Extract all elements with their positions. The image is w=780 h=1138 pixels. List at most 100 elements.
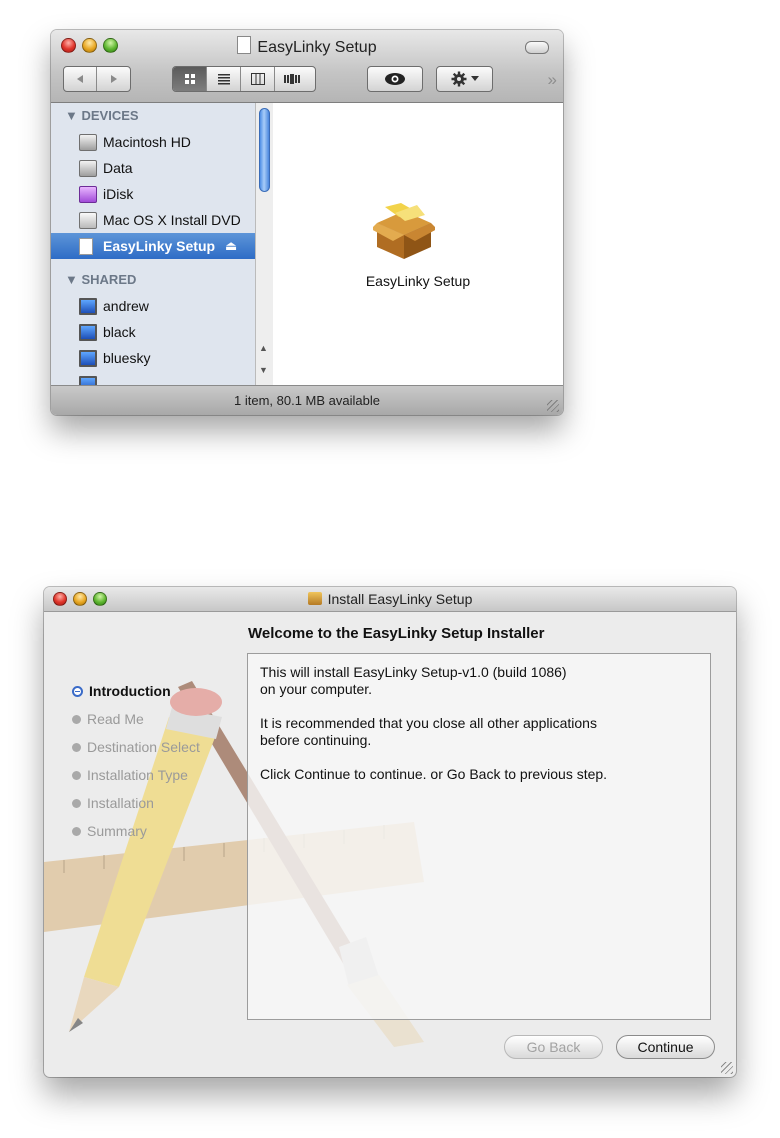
step-bullet-icon xyxy=(72,826,81,836)
forward-arrow-icon xyxy=(110,75,117,83)
installer-content-pane: This will install EasyLinky Setup-v1.0 (… xyxy=(247,653,711,1020)
sidebar-header-label: SHARED xyxy=(81,272,137,287)
forward-button[interactable] xyxy=(97,67,130,91)
cover-flow-button[interactable] xyxy=(275,67,309,91)
step-label: Introduction xyxy=(89,683,171,699)
sidebar-item-label: black xyxy=(103,324,136,340)
action-menu-button[interactable] xyxy=(436,66,493,92)
instruction-paragraph: Click Continue to continue. or Go Back t… xyxy=(260,766,608,782)
quick-look-button[interactable] xyxy=(367,66,423,92)
action-menu-inner xyxy=(437,67,492,91)
package-icon xyxy=(307,592,322,605)
step-introduction: Introduction xyxy=(72,677,200,705)
step-bullet-icon xyxy=(72,770,81,780)
sidebar-item-partial[interactable] xyxy=(51,371,256,385)
computer-icon xyxy=(79,375,97,385)
hard-disk-icon xyxy=(79,133,97,151)
finder-sidebar: ▼ DEVICES Macintosh HD Data iDisk Mac OS… xyxy=(51,103,257,385)
toolbar-overflow-icon[interactable]: » xyxy=(548,70,557,90)
step-installation: Installation xyxy=(72,789,200,817)
back-arrow-icon xyxy=(77,75,83,83)
disk-image-icon xyxy=(79,237,93,255)
resize-grip-icon[interactable] xyxy=(547,400,559,412)
step-label: Installation xyxy=(87,795,154,811)
scroll-down-arrow-icon[interactable]: ▼ xyxy=(259,365,268,375)
finder-window: EasyLinky Setup » ▼ DEVICES Macintosh HD… xyxy=(51,30,563,415)
icon-view-icon xyxy=(184,74,195,84)
dvd-icon xyxy=(79,211,97,229)
installer-titlebar: Install EasyLinky Setup xyxy=(44,587,736,612)
nav-buttons xyxy=(63,66,131,92)
sidebar-item-bluesky[interactable]: bluesky xyxy=(51,345,256,371)
status-text: 1 item, 80.1 MB available xyxy=(234,393,380,408)
list-view-icon xyxy=(217,74,230,85)
installer-heading: Welcome to the EasyLinky Setup Installer xyxy=(248,625,545,642)
icon-view-button[interactable] xyxy=(173,67,207,91)
scrollbar-thumb[interactable] xyxy=(259,108,270,192)
sidebar-scrollbar[interactable]: ▲ ▼ xyxy=(255,103,273,385)
sidebar-item-label: Mac OS X Install DVD xyxy=(103,212,241,228)
hard-disk-icon xyxy=(79,159,97,177)
column-view-button[interactable] xyxy=(241,67,275,91)
toolbar-toggle-button[interactable] xyxy=(525,41,549,54)
installer-title-text: Install EasyLinky Setup xyxy=(327,591,473,607)
sidebar-header-label: DEVICES xyxy=(81,108,139,123)
scroll-up-arrow-icon[interactable]: ▲ xyxy=(259,343,268,353)
column-view-icon xyxy=(250,73,265,85)
installer-title: Install EasyLinky Setup xyxy=(44,591,736,607)
finder-content: EasyLinky Setup xyxy=(273,103,563,385)
sidebar-item-label: bluesky xyxy=(103,350,151,366)
sidebar-header-devices[interactable]: ▼ DEVICES xyxy=(51,103,256,129)
sidebar-item-label: EasyLinky Setup xyxy=(103,238,216,254)
eject-icon[interactable]: ⏏ xyxy=(225,238,237,254)
package-label[interactable]: EasyLinky Setup xyxy=(273,273,563,289)
list-view-button[interactable] xyxy=(207,67,241,91)
disk-image-icon xyxy=(237,36,252,54)
eye-icon xyxy=(385,73,405,85)
step-read-me: Read Me xyxy=(72,705,200,733)
step-current-icon xyxy=(72,685,83,697)
idisk-icon xyxy=(79,185,97,203)
step-installation-type: Installation Type xyxy=(72,761,200,789)
sidebar-item-label: andrew xyxy=(103,298,149,314)
step-destination-select: Destination Select xyxy=(72,733,200,761)
step-bullet-icon xyxy=(72,742,81,752)
status-bar: 1 item, 80.1 MB available xyxy=(51,385,563,415)
sidebar-item-idisk[interactable]: iDisk xyxy=(51,181,256,207)
step-label: Destination Select xyxy=(87,739,200,755)
step-summary: Summary xyxy=(72,817,200,845)
sidebar-header-shared[interactable]: ▼ SHARED xyxy=(51,267,256,293)
installer-window: Install EasyLinky Setup Welcome to the E… xyxy=(44,587,736,1077)
view-mode-buttons xyxy=(172,66,316,92)
installer-steps: Introduction Read Me Destination Select … xyxy=(72,677,200,845)
gear-icon xyxy=(451,71,466,87)
cover-flow-icon xyxy=(284,74,300,84)
go-back-button[interactable]: Go Back xyxy=(504,1035,603,1059)
step-label: Read Me xyxy=(87,711,144,727)
step-bullet-icon xyxy=(72,798,81,808)
window-title: EasyLinky Setup xyxy=(51,36,563,57)
computer-icon xyxy=(79,323,97,341)
computer-icon xyxy=(79,297,97,315)
sidebar-item-data[interactable]: Data xyxy=(51,155,256,181)
step-bullet-icon xyxy=(72,714,81,724)
sidebar-item-macintosh-hd[interactable]: Macintosh HD xyxy=(51,129,256,155)
finder-titlebar: EasyLinky Setup » xyxy=(51,30,563,103)
computer-icon xyxy=(79,349,97,367)
window-title-text: EasyLinky Setup xyxy=(257,39,377,56)
sidebar-item-label: Macintosh HD xyxy=(103,134,191,150)
step-label: Summary xyxy=(87,823,147,839)
sidebar-item-label: Data xyxy=(103,160,133,176)
sidebar-item-andrew[interactable]: andrew xyxy=(51,293,256,319)
package-icon[interactable] xyxy=(373,203,435,259)
back-button[interactable] xyxy=(64,67,98,91)
sidebar-item-install-dvd[interactable]: Mac OS X Install DVD xyxy=(51,207,256,233)
sidebar-item-black[interactable]: black xyxy=(51,319,256,345)
chevron-down-icon xyxy=(470,76,479,81)
resize-grip-icon[interactable] xyxy=(721,1062,733,1074)
sidebar-item-label: iDisk xyxy=(103,186,134,202)
continue-button[interactable]: Continue xyxy=(616,1035,715,1059)
step-label: Installation Type xyxy=(87,767,188,783)
sidebar-item-easylinky-setup[interactable]: EasyLinky Setup ⏏ xyxy=(51,233,256,259)
intro-paragraph: This will install EasyLinky Setup-v1.0 (… xyxy=(260,664,567,697)
